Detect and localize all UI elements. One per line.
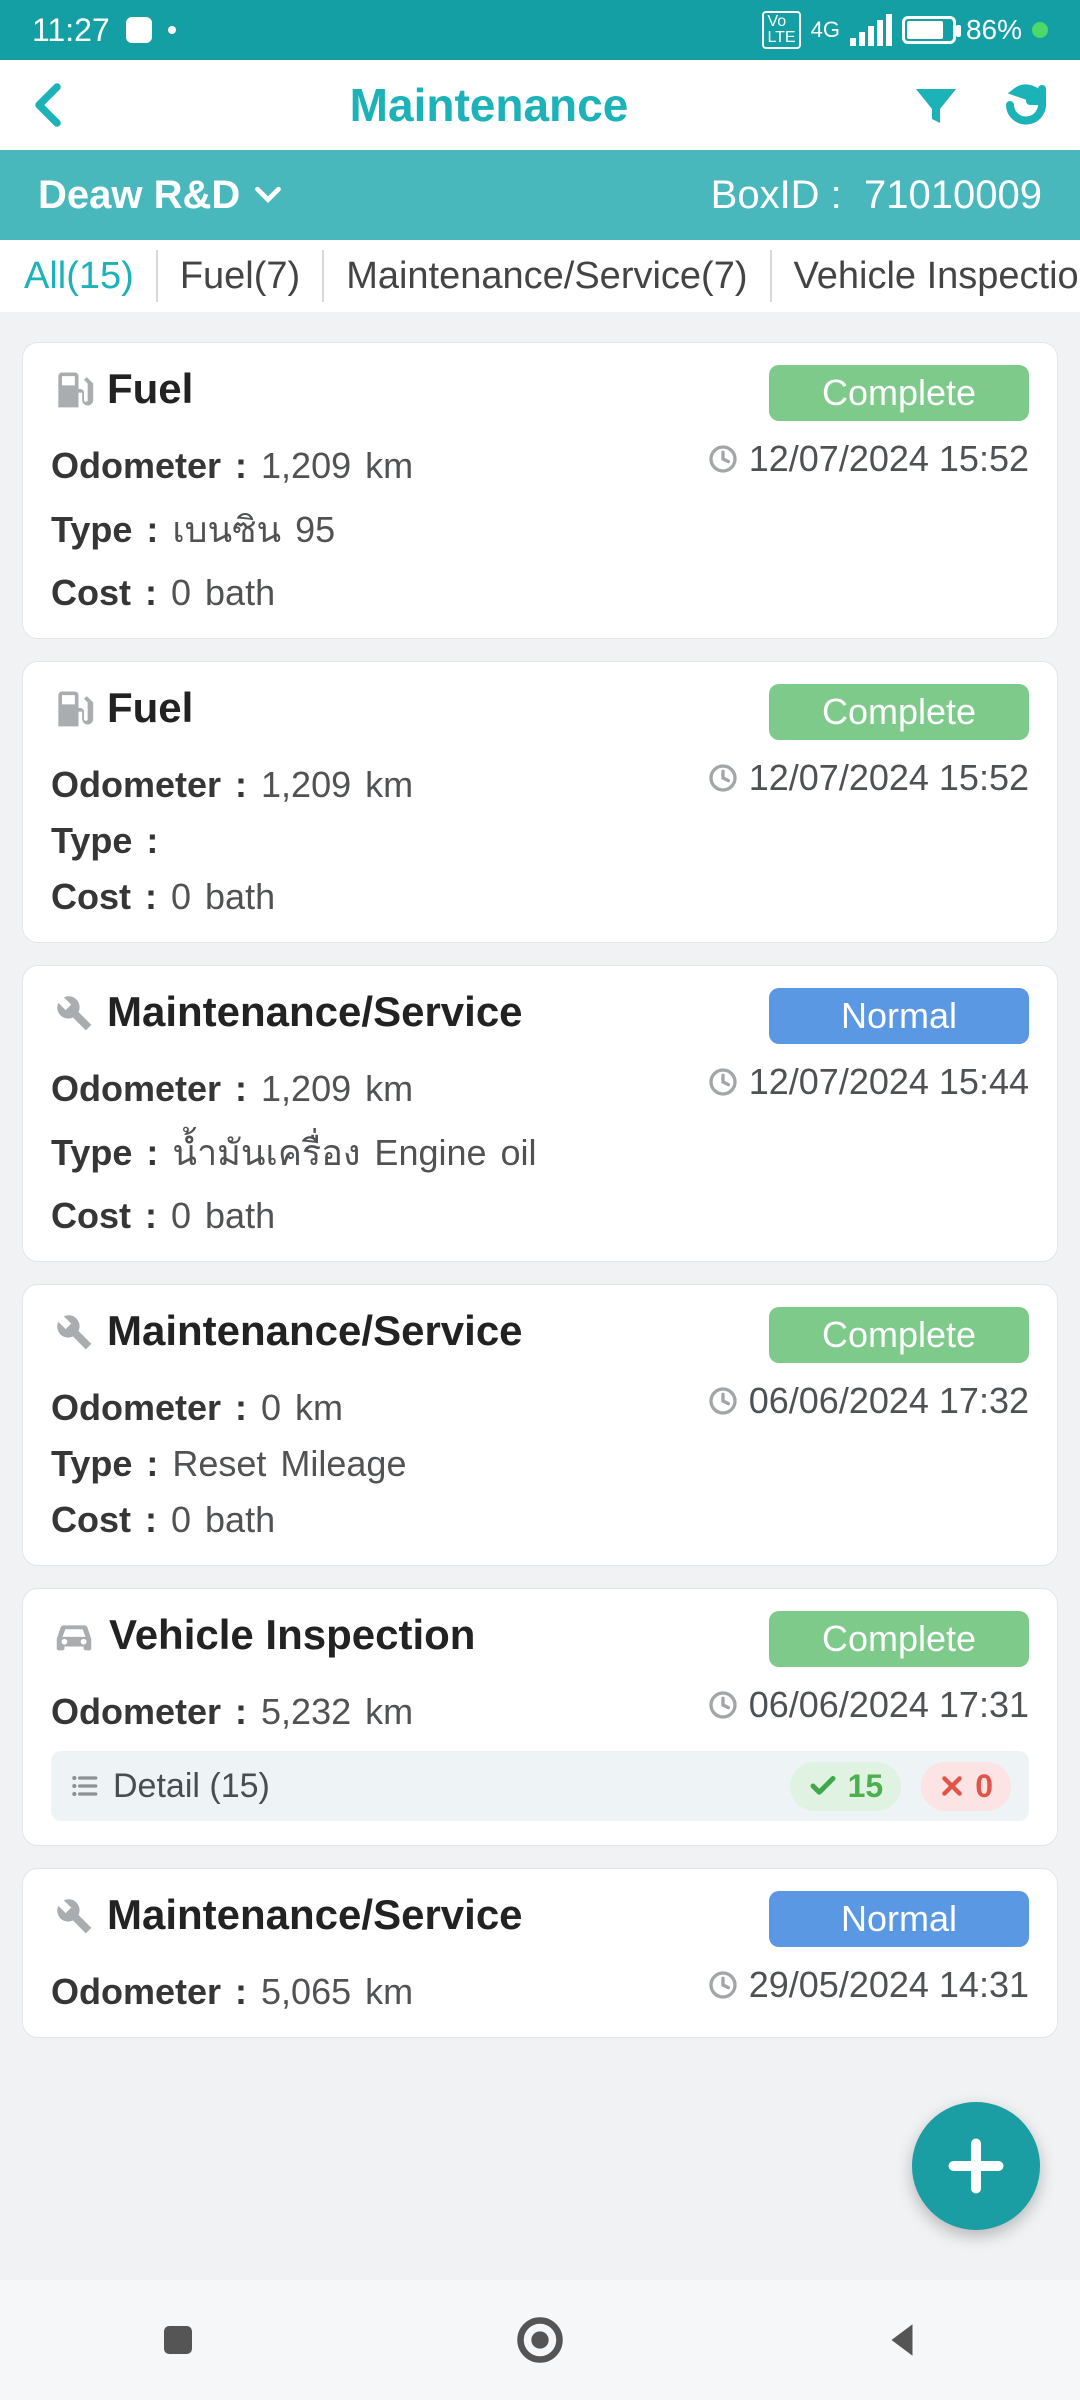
datetime: 29/05/2024 14:31 [707,1964,1029,2006]
odometer-row: Odometer : 5,232 km [51,1691,413,1733]
tab-item[interactable]: Fuel(7) [158,250,324,302]
type-row: Type : เบนซิน 95 [51,501,1029,558]
odometer-row: Odometer : 0 km [51,1387,343,1429]
nav-recent-button[interactable] [157,2319,199,2361]
car-icon [51,1615,97,1655]
record-card[interactable]: Fuel Complete Odometer : 1,209 km 12/07/202… [22,342,1058,639]
battery-percent: 86% [966,14,1022,46]
cost-row: Cost : 0 bath [51,876,1029,918]
status-badge: Complete [769,684,1029,740]
record-list: Fuel Complete Odometer : 1,209 km 12/07/202… [0,312,1080,2038]
nav-home-button[interactable] [514,2314,566,2366]
status-badge: Normal [769,988,1029,1044]
record-title: Vehicle Inspection [109,1611,475,1659]
record-title: Maintenance/Service [107,1307,523,1355]
cost-row: Cost : 0 bath [51,1195,1029,1237]
boxid-label: BoxID : 71010009 [711,173,1042,218]
record-card[interactable]: Fuel Complete Odometer : 1,209 km 12/07/202… [22,661,1058,943]
add-button[interactable] [912,2102,1040,2230]
record-card[interactable]: Maintenance/Service Normal Odometer : 5,06… [22,1868,1058,2038]
status-badge: Complete [769,1611,1029,1667]
status-green-dot [1032,22,1048,38]
status-badge: Complete [769,365,1029,421]
record-title: Maintenance/Service [107,988,523,1036]
wrench-icon [51,1893,95,1937]
record-title: Fuel [107,365,193,413]
status-bar: 11:27 VoLTE 4G 86% [0,0,1080,60]
close-icon [939,1773,965,1799]
type-row: Type : Reset Mileage [51,1443,1029,1485]
datetime: 12/07/2024 15:52 [707,757,1029,799]
cost-row: Cost : 0 bath [51,1499,1029,1541]
clock-icon [707,1066,739,1098]
app-bar: Maintenance [0,60,1080,150]
tab-item[interactable]: All(15) [0,250,158,302]
refresh-button[interactable] [1002,81,1050,129]
network-label: 4G [811,19,840,41]
vehicle-name: Deaw R&D [38,173,240,218]
page-title: Maintenance [350,78,629,132]
tab-item[interactable]: Maintenance/Service(7) [324,250,771,302]
status-badge: Complete [769,1307,1029,1363]
status-app-indicator [126,17,152,43]
vehicle-selector[interactable]: Deaw R&D [38,173,282,218]
pass-pill: 15 [790,1762,902,1811]
status-dot [168,26,176,34]
fail-pill: 0 [921,1762,1011,1811]
system-nav-bar [0,2280,1080,2400]
clock-icon [707,762,739,794]
filter-button[interactable] [912,81,960,129]
odometer-row: Odometer : 1,209 km [51,1068,413,1110]
chevron-down-icon [254,185,282,205]
cost-row: Cost : 0 bath [51,572,1029,614]
check-icon [808,1771,838,1801]
record-card[interactable]: Vehicle Inspection Complete Odometer : 5,2… [22,1588,1058,1846]
list-icon [69,1770,101,1802]
record-title: Fuel [107,684,193,732]
odometer-row: Odometer : 1,209 km [51,764,413,806]
datetime: 06/06/2024 17:32 [707,1380,1029,1422]
clock-icon [707,443,739,475]
vehicle-header: Deaw R&D BoxID : 71010009 [0,150,1080,240]
datetime: 06/06/2024 17:31 [707,1684,1029,1726]
status-time: 11:27 [32,12,110,49]
clock-icon [707,1689,739,1721]
type-row: Type : น้ำมันเครื่อง Engine oil [51,1124,1029,1181]
volte-icon: VoLTE [762,11,800,49]
datetime: 12/07/2024 15:52 [707,438,1029,480]
tabs: All(15)Fuel(7)Maintenance/Service(7)Vehi… [0,240,1080,312]
detail-label: Detail (15) [113,1767,270,1806]
wrench-icon [51,990,95,1034]
plus-icon [946,2136,1006,2196]
record-card[interactable]: Maintenance/Service Normal Odometer : 1,20… [22,965,1058,1262]
detail-bar[interactable]: Detail (15) 15 0 [51,1751,1029,1821]
odometer-row: Odometer : 5,065 km [51,1971,413,2013]
fuel-icon [51,686,95,730]
battery-icon [902,16,956,44]
datetime: 12/07/2024 15:44 [707,1061,1029,1103]
tab-item[interactable]: Vehicle Inspection( [772,250,1080,302]
back-button[interactable] [30,81,66,129]
fuel-icon [51,367,95,411]
wrench-icon [51,1309,95,1353]
odometer-row: Odometer : 1,209 km [51,445,413,487]
record-title: Maintenance/Service [107,1891,523,1939]
nav-back-button[interactable] [881,2319,923,2361]
record-card[interactable]: Maintenance/Service Complete Odometer : 0 … [22,1284,1058,1566]
signal-icon [850,14,892,46]
clock-icon [707,1969,739,2001]
status-badge: Normal [769,1891,1029,1947]
type-row: Type : [51,820,1029,862]
clock-icon [707,1385,739,1417]
